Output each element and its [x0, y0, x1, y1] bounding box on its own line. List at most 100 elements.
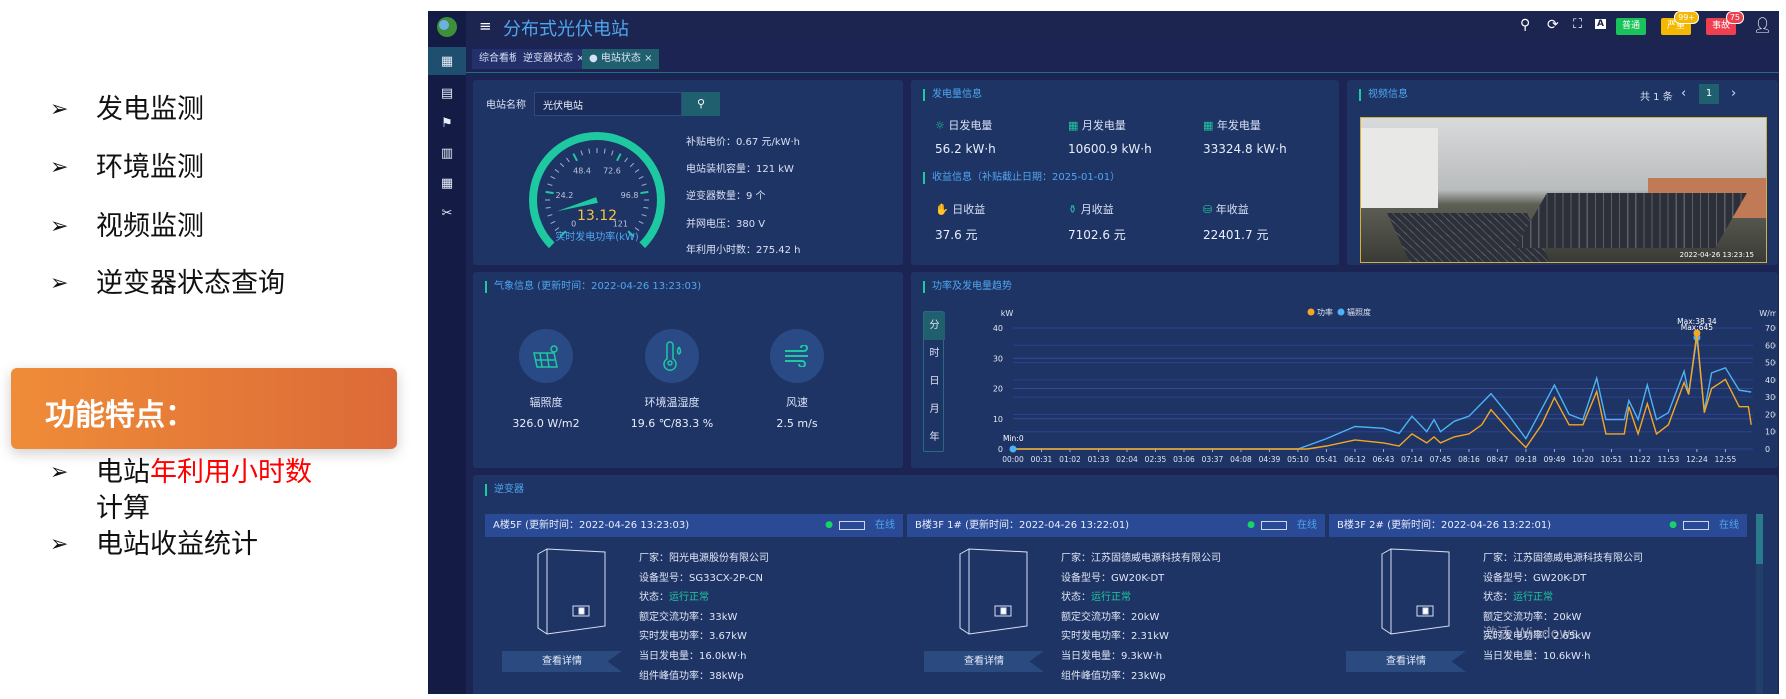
thermometer-icon [645, 329, 699, 383]
inverter-card-header: B楼3F 1# (更新时间：2022-04-26 13:22:01) ● 在线 [907, 514, 1325, 537]
font-size-icon[interactable]: A [1595, 19, 1606, 29]
alert-count-badge: 99+ [1674, 11, 1700, 24]
panel-title: 逆变器 [485, 484, 524, 496]
pagination-total: 共 1 条 [1640, 92, 1673, 103]
prev-page-button[interactable]: ‹ [1681, 86, 1686, 101]
view-details-button[interactable]: 查看详情 [502, 651, 622, 672]
max-irradiance-annotation: Max:645 [1681, 323, 1714, 332]
arrow-icon: ➢ [50, 214, 69, 239]
close-icon[interactable]: × [644, 53, 652, 64]
yearly-energy-value: 33324.8 kW·h [1203, 142, 1287, 156]
page-1-button[interactable]: 1 [1699, 84, 1719, 104]
toggle-day[interactable]: 日 [924, 368, 945, 396]
legend-label: 功率 [1317, 307, 1333, 317]
video-feed[interactable]: 2022-04-26 13:23:15 [1360, 117, 1767, 263]
gauge-tick [588, 148, 591, 154]
money-bag-icon: ⚱ [1068, 203, 1081, 216]
y-right-tick-label: 300 [1765, 393, 1776, 402]
bullet-item: ➢ 环境监测 [50, 150, 204, 186]
daily-energy-value: 56.2 kW·h [935, 142, 996, 156]
inverter-rated: 额定交流功率：20kW [1061, 611, 1160, 623]
daily-revenue-label: 日收益 [952, 203, 986, 216]
tab-station-status[interactable]: ● 电站状态 × [582, 49, 660, 69]
sidebar-item-grid[interactable]: ▦ [428, 169, 466, 197]
bullet-item: ➢ 视频监测 [50, 209, 204, 245]
x-tick-label: 02:35 [1145, 455, 1167, 464]
view-details-button[interactable]: 查看详情 [924, 651, 1044, 672]
sidebar-item-table[interactable]: ▥ [428, 139, 466, 167]
sidebar-item-dashboard[interactable]: ▦ [428, 47, 466, 75]
inverter-device-icon [537, 548, 606, 635]
sidebar: ▦ ▤ ⚑ ▥ ▦ ✂ [428, 11, 466, 694]
wind-speed-label: 风速 [786, 396, 808, 409]
inverter-card: A楼5F (更新时间：2022-04-26 13:23:03) ● 在线 查看详… [485, 514, 903, 689]
x-tick-label: 08:47 [1487, 455, 1509, 464]
y-left-tick-label: 30 [993, 354, 1003, 363]
x-tick-label: 02:04 [1116, 455, 1138, 464]
station-panel: 电站名称 ⚲ 024.248.472.696.8121 13.12 实时发电功率… [473, 80, 903, 265]
video-timestamp: 2022-04-26 13:23:15 [1679, 251, 1754, 259]
yearly-energy-label: 年发电量 [1216, 119, 1261, 132]
gauge-tick [603, 148, 606, 154]
bullet-item: ➢ 发电监测 [50, 92, 204, 128]
signal-plug-icon [1683, 521, 1709, 530]
alert-serious-button[interactable]: 严重 99+ [1661, 11, 1700, 35]
app-title: 分布式光伏电站 [503, 19, 629, 40]
search-icon[interactable]: ⚲ [1520, 17, 1530, 33]
view-details-button[interactable]: 查看详情 [1346, 651, 1466, 672]
x-tick-label: 12:55 [1715, 455, 1737, 464]
station-name-input[interactable] [534, 92, 682, 116]
x-tick-label: 01:02 [1059, 455, 1081, 464]
bullet-text: 视频监测 [96, 211, 204, 242]
inverter-realtime: 实时发电功率：2.31kW [1061, 631, 1169, 643]
x-tick-label: 05:41 [1316, 455, 1338, 464]
y-right-tick-label: 600 [1765, 341, 1776, 350]
sidebar-item-reports[interactable]: ▤ [428, 79, 466, 107]
x-tick-label: 04:39 [1259, 455, 1281, 464]
search-button[interactable]: ⚲ [682, 92, 720, 116]
inverter-header-text: A楼5F (更新时间：2022-04-26 13:23:03) [493, 520, 690, 531]
toggle-month[interactable]: 月 [924, 396, 945, 424]
online-status: 在线 [1719, 520, 1739, 531]
scrollbar[interactable] [1756, 514, 1763, 694]
refresh-icon[interactable]: ⟳ [1547, 17, 1559, 33]
gauge-tick [643, 206, 649, 209]
daily-energy-label: 日发电量 [948, 119, 993, 132]
inverter-device-icon [1381, 548, 1450, 635]
irradiance-value: 326.0 W/m2 [512, 417, 580, 430]
info-grid-voltage: 并网电压：380 V [686, 219, 766, 230]
monthly-revenue-value: 7102.6 元 [1068, 228, 1126, 242]
scrollbar-thumb[interactable] [1756, 514, 1763, 564]
bullet-item: ➢ 逆变器状态查询 [50, 266, 285, 302]
toggle-hour[interactable]: 时 [924, 340, 945, 368]
online-status: 在线 [1297, 520, 1317, 531]
arrow-icon: ➢ [50, 271, 69, 296]
x-tick-label: 11:22 [1629, 455, 1651, 464]
alert-normal-button[interactable]: 普通 [1616, 18, 1647, 35]
user-icon[interactable]: 👤︎ [1753, 16, 1772, 34]
bullet-text: 逆变器状态查询 [96, 268, 285, 299]
sidebar-item-tools[interactable]: ✂ [428, 199, 466, 227]
alert-count-badge: 75 [1725, 11, 1745, 24]
alert-accident-button[interactable]: 事故 75 [1706, 11, 1745, 35]
fullscreen-icon[interactable]: ⛶ [1573, 17, 1582, 32]
irradiance-label: 辐照度 [529, 396, 563, 409]
x-tick-label: 04:08 [1230, 455, 1252, 464]
toggle-minute[interactable]: 分 [924, 312, 945, 340]
panel-title: 功率及发电量趋势 [923, 281, 1012, 293]
series-line-irradiance [1013, 337, 1752, 450]
tab-inverter-status[interactable]: 逆变器状态 × [516, 49, 592, 69]
menu-icon[interactable]: ≡ [479, 17, 492, 35]
monthly-energy-value: 10600.9 kW·h [1068, 142, 1152, 156]
next-page-button[interactable]: › [1731, 86, 1736, 101]
yearly-revenue-label: 年收益 [1215, 203, 1249, 216]
inverter-panel: 逆变器 A楼5F (更新时间：2022-04-26 13:23:03) ● 在线… [473, 475, 1778, 694]
inverter-device-icon [959, 548, 1028, 635]
sidebar-item-devices[interactable]: ⚑ [428, 109, 466, 137]
daily-revenue-value: 37.6 元 [935, 228, 978, 242]
x-tick-label: 06:12 [1344, 455, 1366, 464]
x-tick-label: 05:10 [1287, 455, 1309, 464]
x-tick-label: 00:00 [1002, 455, 1024, 464]
toggle-year[interactable]: 年 [924, 424, 945, 452]
y-left-axis-label: kW [1001, 309, 1014, 318]
